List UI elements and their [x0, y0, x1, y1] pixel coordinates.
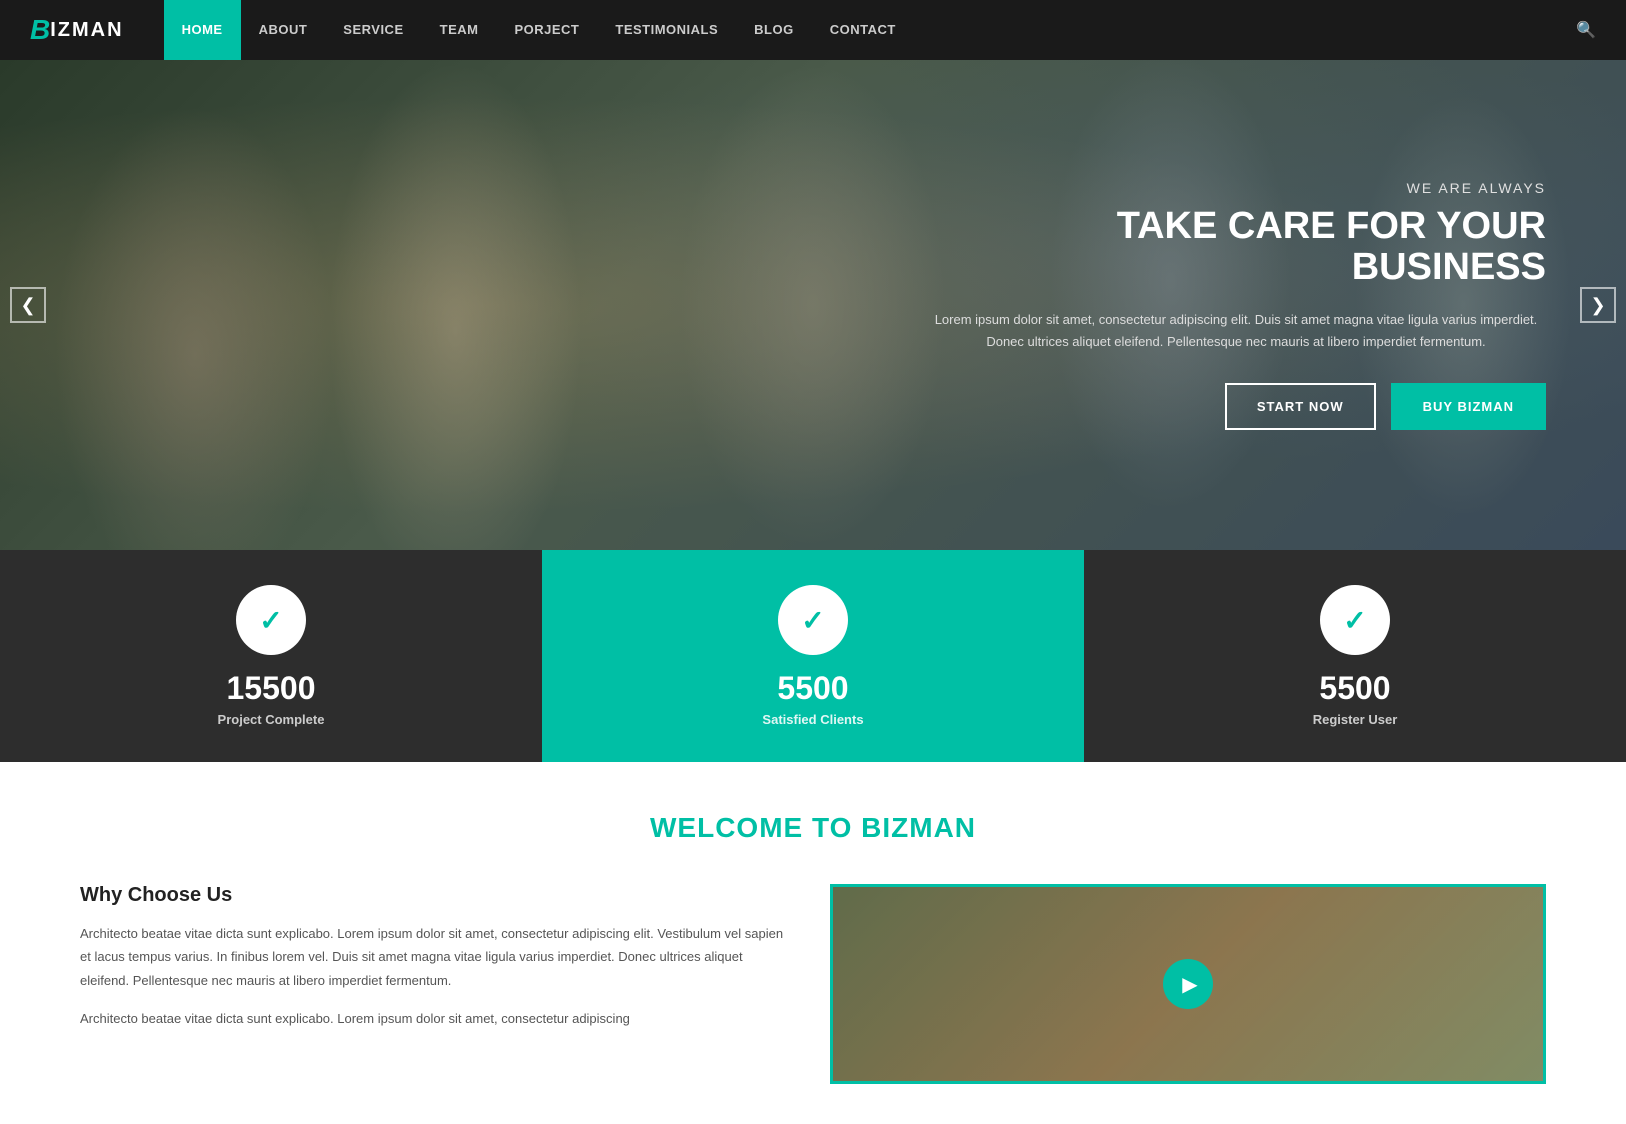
- navbar: B IZMAN HOME ABOUT SERVICE TEAM PORJECT …: [0, 0, 1626, 60]
- welcome-title: WELCOME TO BIZMAN: [80, 812, 1546, 844]
- welcome-title-prefix: WELCOME TO: [650, 812, 861, 843]
- play-button[interactable]: ▶: [1163, 959, 1213, 1009]
- welcome-text-block: Why Choose Us Architecto beatae vitae di…: [80, 884, 790, 1046]
- hero-content: WE ARE ALWAYS TAKE CARE FOR YOUR BUSINES…: [926, 180, 1626, 431]
- nav-item-contact[interactable]: CONTACT: [812, 0, 914, 60]
- nav-item-about[interactable]: ABOUT: [241, 0, 326, 60]
- buy-bizman-button[interactable]: BUY BIZMAN: [1391, 383, 1546, 430]
- welcome-video-thumbnail[interactable]: ▶: [830, 884, 1546, 1084]
- stat-circle-projects: ✓: [236, 585, 306, 655]
- why-choose-us-para2: Architecto beatae vitae dicta sunt expli…: [80, 1007, 790, 1030]
- nav-item-porject[interactable]: PORJECT: [496, 0, 597, 60]
- stat-circle-users: ✓: [1320, 585, 1390, 655]
- stat-label-clients: Satisfied Clients: [762, 712, 863, 727]
- stat-circle-clients: ✓: [778, 585, 848, 655]
- stat-number-projects: 15500: [227, 670, 316, 707]
- hero-title: TAKE CARE FOR YOUR BUSINESS: [926, 206, 1546, 290]
- nav-item-home[interactable]: HOME: [164, 0, 241, 60]
- nav-links: HOME ABOUT SERVICE TEAM PORJECT TESTIMON…: [164, 0, 914, 60]
- stat-users: ✓ 5500 Register User: [1084, 550, 1626, 762]
- checkmark-icon-projects: ✓: [259, 604, 282, 637]
- why-choose-us-para1: Architecto beatae vitae dicta sunt expli…: [80, 922, 790, 992]
- logo-name: IZMAN: [50, 19, 123, 42]
- logo[interactable]: B IZMAN: [30, 14, 124, 46]
- search-icon[interactable]: 🔍: [1576, 20, 1596, 40]
- start-now-button[interactable]: START NOW: [1225, 383, 1376, 430]
- stat-number-clients: 5500: [777, 670, 848, 707]
- checkmark-icon-users: ✓: [1343, 604, 1366, 637]
- logo-letter: B: [30, 14, 50, 46]
- stat-projects: ✓ 15500 Project Complete: [0, 550, 542, 762]
- nav-item-service[interactable]: SERVICE: [325, 0, 421, 60]
- welcome-content: Why Choose Us Architecto beatae vitae di…: [80, 884, 1546, 1084]
- nav-item-testimonials[interactable]: TESTIMONIALS: [597, 0, 736, 60]
- hero-arrow-right[interactable]: ❯: [1580, 287, 1616, 323]
- hero-subtitle: WE ARE ALWAYS: [926, 180, 1546, 196]
- stat-number-users: 5500: [1319, 670, 1390, 707]
- stats-section: ✓ 15500 Project Complete ✓ 5500 Satisfie…: [0, 550, 1626, 762]
- stat-label-users: Register User: [1313, 712, 1398, 727]
- why-choose-us-title: Why Choose Us: [80, 884, 790, 907]
- nav-item-team[interactable]: TEAM: [422, 0, 497, 60]
- checkmark-icon-clients: ✓: [801, 604, 824, 637]
- hero-buttons: START NOW BUY BIZMAN: [926, 383, 1546, 430]
- welcome-section: WELCOME TO BIZMAN Why Choose Us Architec…: [0, 762, 1626, 1124]
- hero-arrow-left[interactable]: ❮: [10, 287, 46, 323]
- stat-label-projects: Project Complete: [218, 712, 325, 727]
- stat-clients: ✓ 5500 Satisfied Clients: [542, 550, 1084, 762]
- play-icon: ▶: [1182, 972, 1197, 997]
- nav-item-blog[interactable]: BLOG: [736, 0, 812, 60]
- welcome-title-brand: BIZMAN: [861, 812, 976, 843]
- hero-description: Lorem ipsum dolor sit amet, consectetur …: [926, 309, 1546, 353]
- hero-section: ❮ WE ARE ALWAYS TAKE CARE FOR YOUR BUSIN…: [0, 60, 1626, 550]
